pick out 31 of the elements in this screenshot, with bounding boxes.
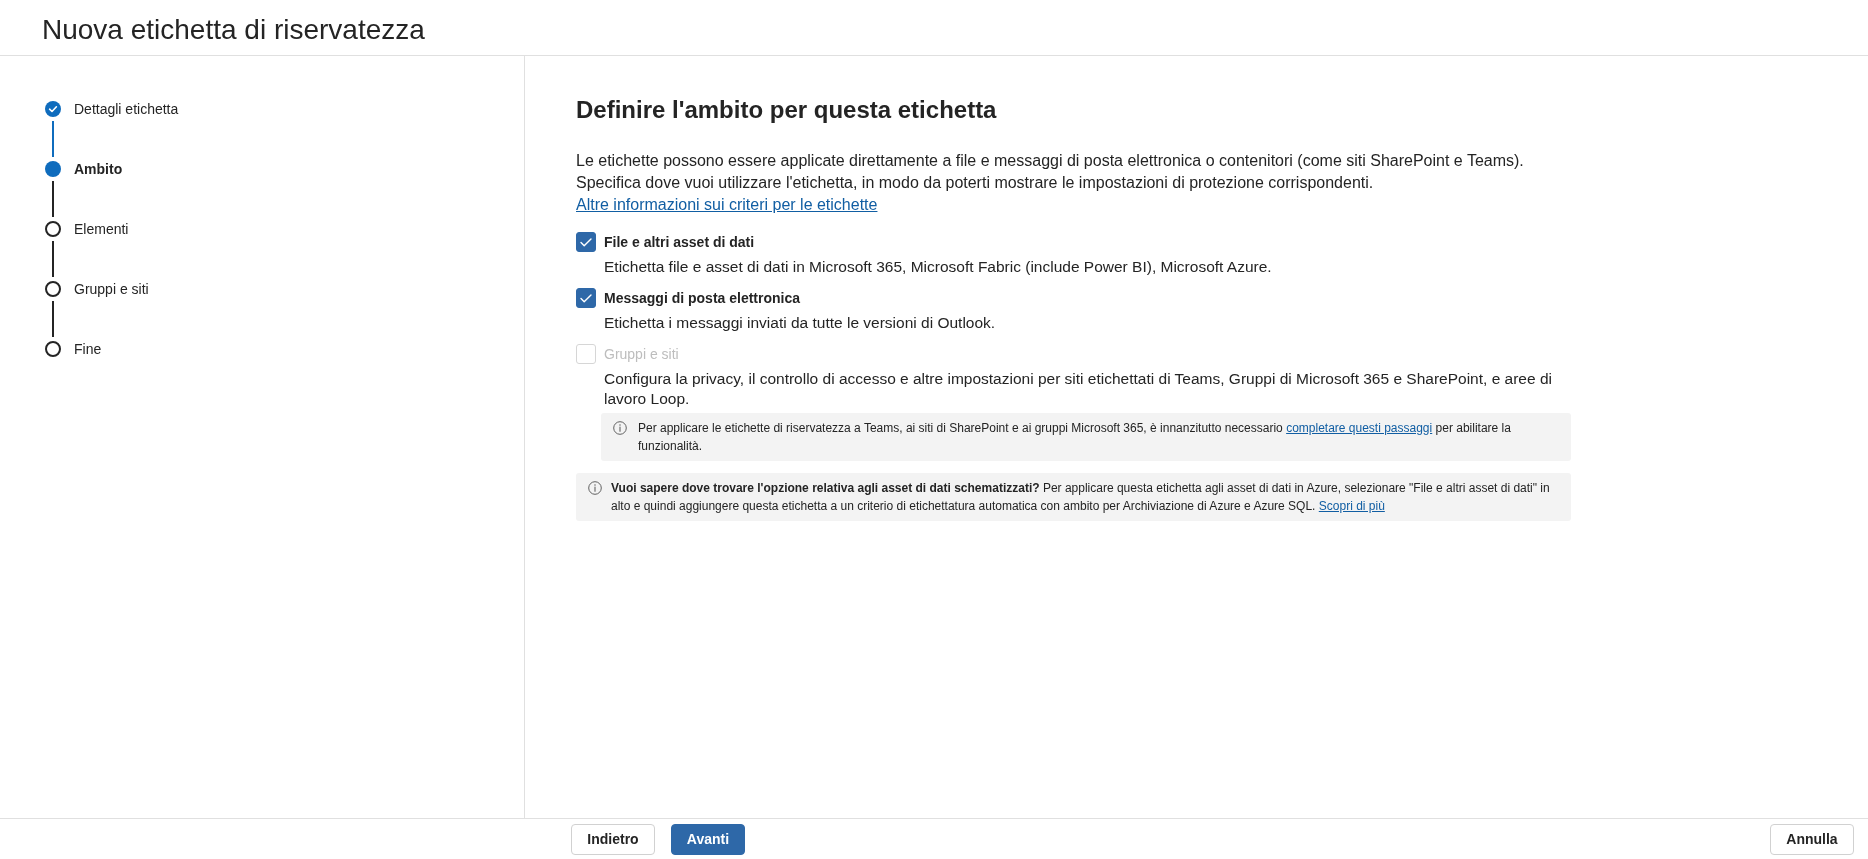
info-icon (588, 481, 602, 495)
step-connector (52, 181, 54, 217)
learn-more-link[interactable]: Scopri di più (1318, 499, 1385, 513)
step-connector (52, 241, 54, 277)
banner-text: Vuoi sapere dove trovare l'opzione relativa agli asset di dati schematizzati? Per applicare questa etichetta agli asset di dati in Azure, selezionare "File e altri asset di dati" in alto e quindi aggiungere questa etichetta a un criterio di etichettatura automatica con ambito per Archiviazione di Azure e Azure SQL. Scopri di più (611, 480, 1551, 515)
step-label: Elementi (74, 220, 129, 238)
next-button[interactable]: Avanti (671, 823, 745, 855)
cancel-button[interactable]: Annulla (1770, 823, 1854, 855)
intro-text: Le etichette possono essere applicate direttamente a file e messaggi di posta elettronica o contenitori (come siti SharePoint e Teams). Specifica dove vuoi utilizzare l'etichetta, in modo da poterti mostrare le impostazioni di protezione corrispondenti. Altre informazioni sui criteri per le etichette (576, 151, 1525, 215)
section-heading: Definire l'ambito per questa etichetta (576, 95, 998, 125)
check-icon (580, 237, 592, 247)
learn-more-link[interactable]: Altre informazioni sui criteri per le etichette (576, 196, 878, 213)
checkbox[interactable] (576, 232, 596, 252)
back-button[interactable]: Indietro (571, 823, 655, 855)
checkbox-label: File e altri asset di dati (604, 234, 755, 250)
step-label: Dettagli etichetta (74, 100, 179, 118)
checkbox[interactable] (576, 288, 596, 308)
step-label: Fine (74, 340, 102, 358)
option-description: Etichetta i messaggi inviati da tutte le versioni di Outlook. (604, 313, 997, 333)
step-label: Ambito (74, 160, 123, 178)
info-icon (613, 421, 627, 435)
option-description: Configura la privacy, il controllo di accesso e altre impostazioni per siti etichettati di Teams, Gruppi di Microsoft 365 e SharePoint, e aree di lavoro Loop. (604, 369, 1553, 409)
option-description: Etichetta file e asset di dati in Microsoft 365, Microsoft Fabric (include Power BI), Microsoft Azure. (604, 257, 1273, 277)
checkbox-label: Gruppi e siti (604, 346, 679, 362)
checkbox-label: Messaggi di posta elettronica (604, 290, 801, 306)
step-label: Gruppi e siti (74, 280, 149, 298)
step-connector (52, 121, 54, 157)
step-connector (52, 301, 54, 337)
note-text: Per applicare le etichette di riservatezza a Teams, ai siti di SharePoint e ai gruppi Microsoft 365, è innanzitutto necessario completare questi passaggi per abilitare la funzionalità. (638, 420, 1512, 455)
page-title: Nuova etichetta di riservatezza (42, 13, 425, 47)
check-icon (580, 293, 592, 303)
